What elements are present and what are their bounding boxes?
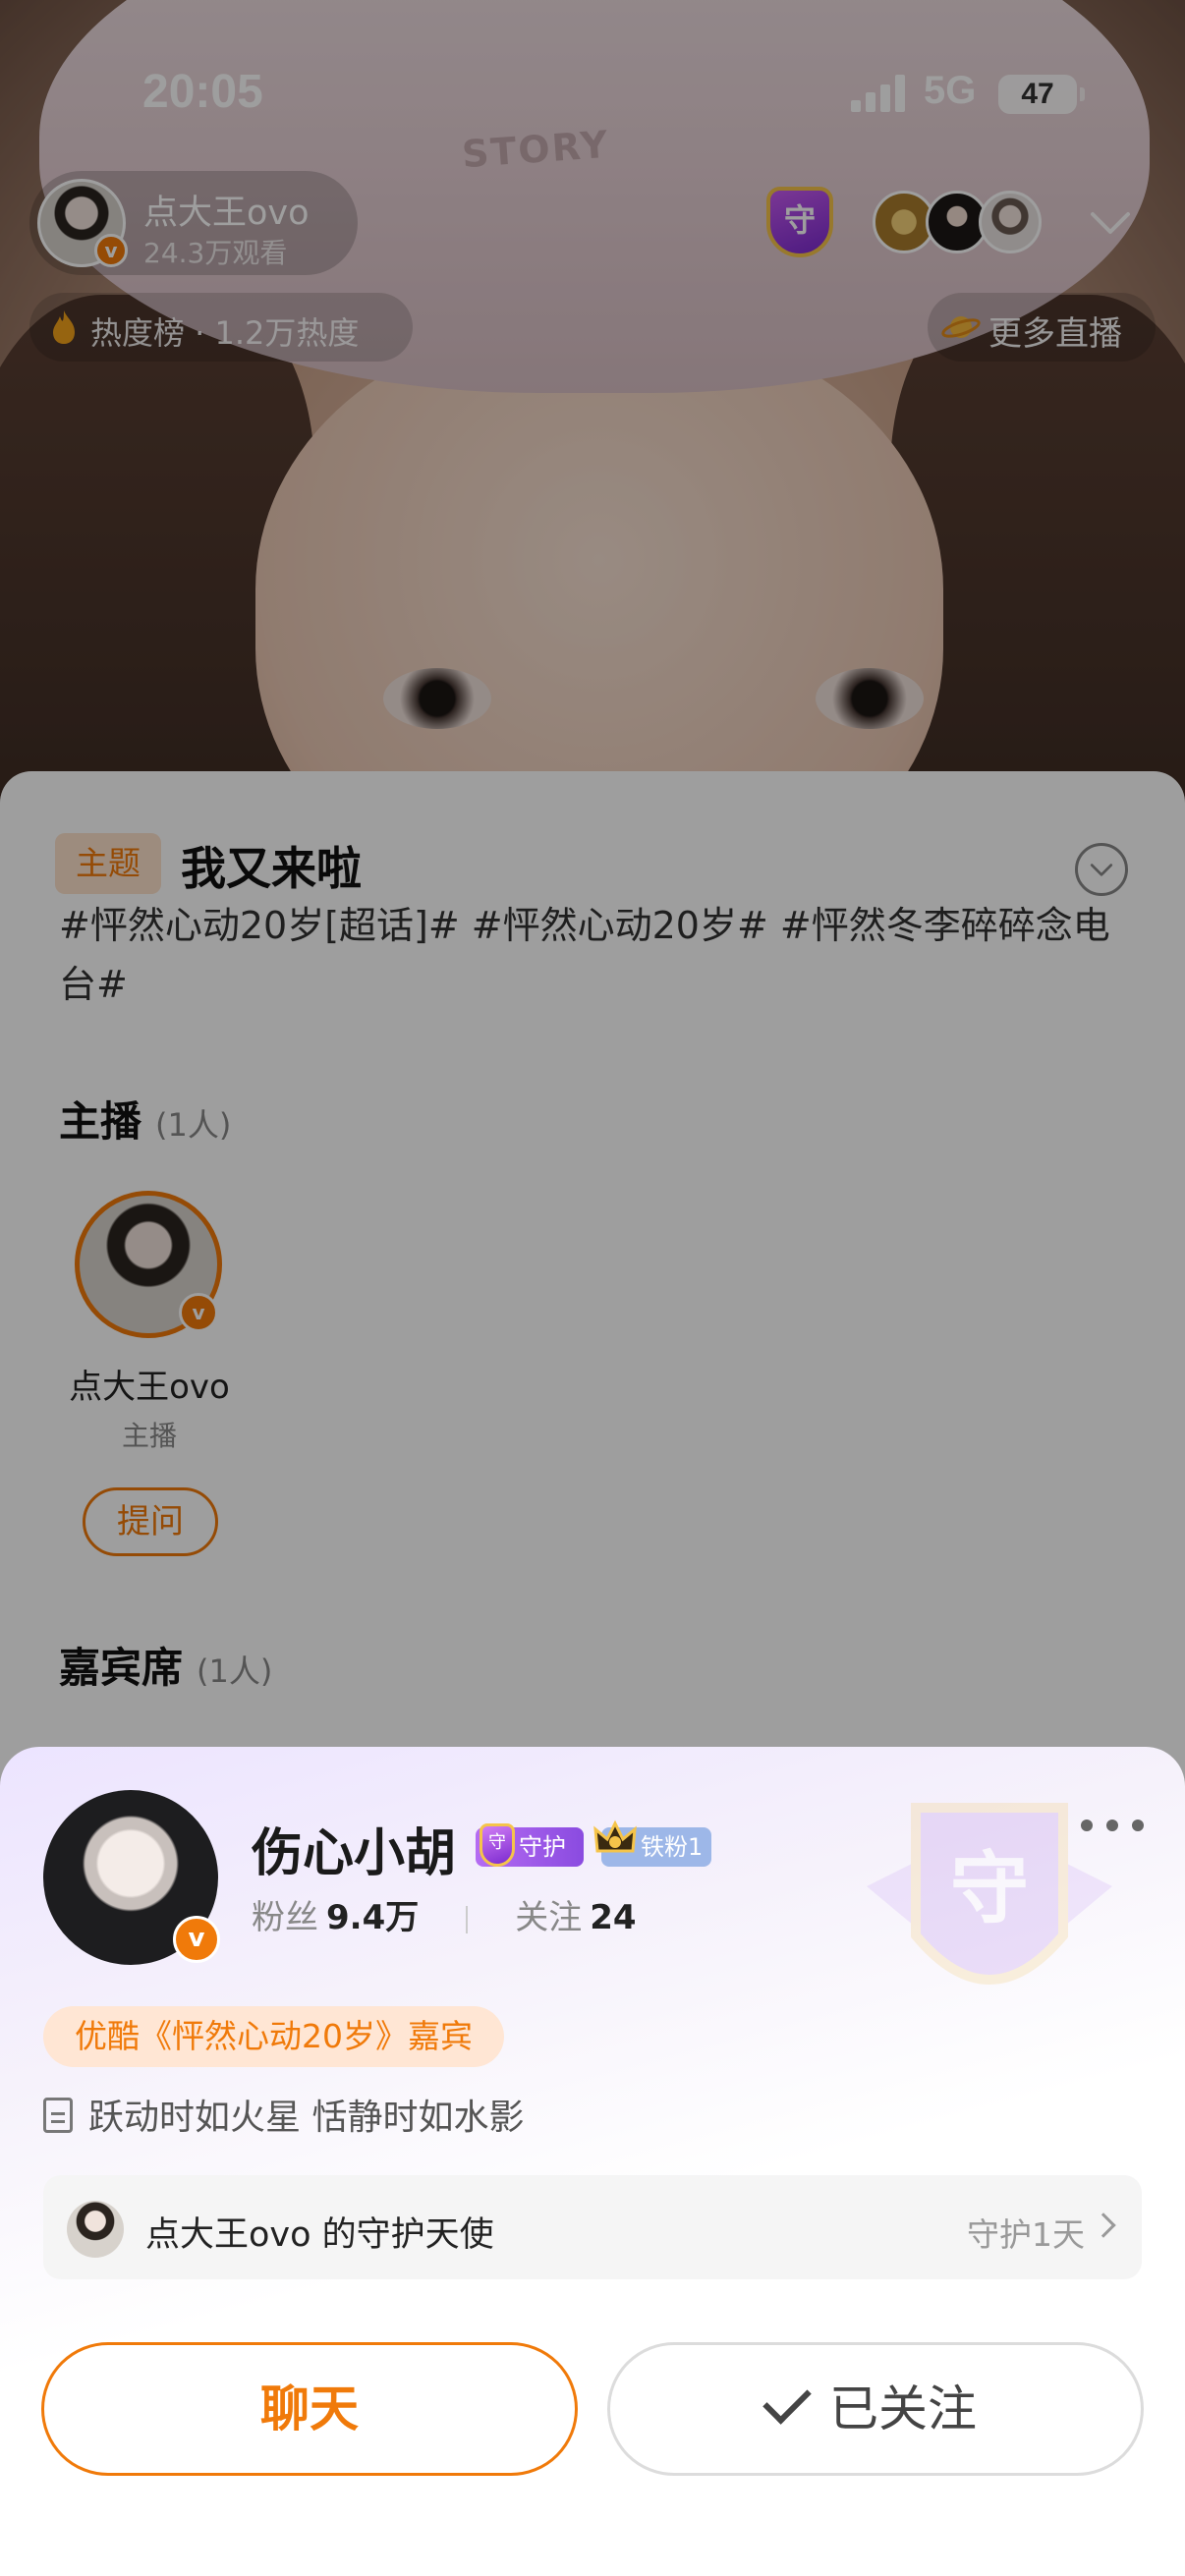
check-icon bbox=[762, 2376, 812, 2425]
anchors-title: 主播 bbox=[59, 1097, 142, 1146]
crown-icon bbox=[593, 1820, 637, 1853]
planet-icon bbox=[941, 316, 981, 338]
signal-icon bbox=[851, 75, 906, 112]
guard-row-days: 守护1天 bbox=[967, 2215, 1085, 2254]
profile-bio: 跃动时如火星 恬静时如水影 bbox=[43, 2089, 524, 2140]
guests-section-title: 嘉宾席 (1人) bbox=[59, 1635, 272, 1695]
bio-text: 跃动时如火星 恬静时如水影 bbox=[88, 2098, 525, 2138]
more-live-label: 更多直播 bbox=[988, 314, 1122, 354]
fans-label: 粉丝 bbox=[252, 1898, 318, 1937]
network-type: 5G bbox=[924, 69, 977, 112]
topic-title: 我又来啦 bbox=[181, 842, 362, 895]
guard-watermark-icon: 守 bbox=[867, 1803, 1112, 1985]
profile-name: 伤心小胡 bbox=[252, 1824, 457, 1883]
guard-shield-icon[interactable]: 守 bbox=[766, 187, 833, 257]
guard-row-avatar bbox=[67, 2201, 124, 2258]
guard-angel-row[interactable]: 点大王ovo 的守护天使 守护1天 bbox=[43, 2175, 1142, 2279]
guests-title: 嘉宾席 bbox=[59, 1644, 184, 1692]
guard-badge-label: 守护 bbox=[519, 1833, 566, 1861]
anchor-name: 点大王ovo bbox=[69, 1368, 230, 1407]
anchors-section-title: 主播 (1人) bbox=[59, 1089, 231, 1148]
verified-icon: v bbox=[173, 1916, 220, 1963]
face bbox=[255, 324, 943, 806]
host-name: 点大王ovo bbox=[143, 194, 310, 233]
chevron-right-icon bbox=[1091, 2212, 1116, 2238]
guard-avatar[interactable] bbox=[979, 191, 1042, 253]
verified-icon: v bbox=[179, 1293, 218, 1332]
guard-rank[interactable]: 守 bbox=[766, 183, 1051, 261]
chat-button[interactable]: 聊天 bbox=[41, 2342, 578, 2476]
more-live-pill[interactable]: 更多直播 bbox=[928, 293, 1156, 362]
status-time: 20:05 bbox=[142, 66, 263, 118]
svg-text:守: 守 bbox=[950, 1843, 1029, 1934]
profile-stats: 粉丝 9.4万 关注 24 bbox=[252, 1890, 637, 1938]
heat-rank-pill[interactable]: 热度榜 · 1.2万热度 bbox=[29, 293, 413, 362]
guest-identity-tag: 优酷《怦然心动20岁》嘉宾 bbox=[43, 2006, 504, 2067]
stat-divider bbox=[466, 1905, 469, 1933]
guard-row-text: 点大王ovo 的守护天使 bbox=[145, 2215, 494, 2255]
anchor-role: 主播 bbox=[121, 1420, 177, 1452]
expand-chevron-icon[interactable] bbox=[1075, 843, 1128, 896]
document-icon bbox=[43, 2098, 73, 2133]
eye-right bbox=[816, 668, 924, 729]
iron-fan-label: 铁粉1 bbox=[641, 1833, 704, 1861]
collapse-chevron-icon[interactable] bbox=[1089, 200, 1132, 244]
guard-badge[interactable]: 守 守护 bbox=[476, 1823, 584, 1867]
flame-icon bbox=[53, 310, 75, 344]
status-bar: 20:05 5G 47 bbox=[0, 0, 1185, 187]
heat-rank-label: 热度榜 · 1.2万热度 bbox=[90, 314, 360, 352]
fans-value: 9.4万 bbox=[326, 1898, 420, 1937]
guard-badge-icon: 守 bbox=[480, 1823, 515, 1867]
host-info[interactable]: v 点大王ovo 24.3万观看 bbox=[29, 171, 358, 275]
follow-label: 关注 bbox=[515, 1898, 583, 1937]
topic-tag: 主题 bbox=[55, 833, 161, 894]
profile-card: 守 v 伤心小胡 守 守护 铁粉1 粉丝 9.4万 关注 24 优酷《怦然心动20岁》… bbox=[0, 1747, 1185, 2576]
host-views: 24.3万观看 bbox=[143, 237, 288, 269]
verified-icon: v bbox=[94, 234, 128, 267]
battery-icon: 47 bbox=[998, 75, 1085, 114]
more-options-icon[interactable] bbox=[1081, 1816, 1144, 1835]
followed-button[interactable]: 已关注 bbox=[607, 2342, 1144, 2476]
ask-question-button[interactable]: 提问 bbox=[83, 1487, 218, 1556]
followed-label: 已关注 bbox=[829, 2380, 977, 2437]
topic-hashtags[interactable]: #怦然心动20岁[超话]# #怦然心动20岁# #怦然冬李碎碎念电台# bbox=[59, 896, 1130, 1014]
follow-value: 24 bbox=[590, 1898, 637, 1937]
iron-fan-badge[interactable]: 铁粉1 bbox=[593, 1820, 711, 1867]
eye-left bbox=[383, 668, 491, 729]
guests-count: (1人) bbox=[197, 1652, 273, 1690]
anchors-count: (1人) bbox=[155, 1106, 232, 1144]
